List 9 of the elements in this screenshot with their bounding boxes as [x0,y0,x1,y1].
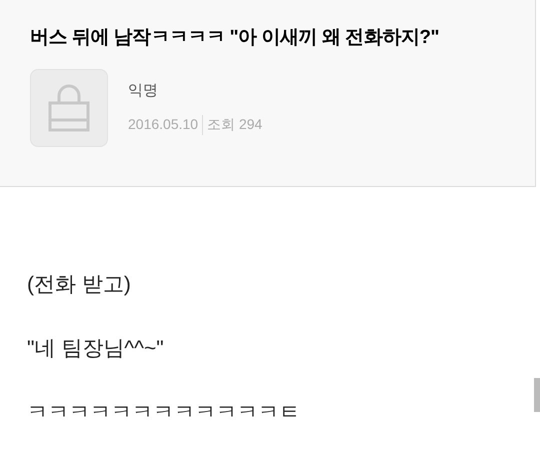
body-text: ㅋㅋㅋㅋㅋㅋㅋㅋㅋㅋㅋㅋㅌ [27,401,301,425]
body-text: (전화 받고) [27,273,132,297]
body-text: "네 팀장님^^~" [27,337,165,361]
author-name: 익명 [128,80,159,101]
scrollbar-thumb[interactable] [534,378,540,412]
post-title: 버스 뒤에 남작ㅋㅋㅋㅋ "아 이새끼 왜 전화하지?" [30,26,440,50]
view-count: 조회 294 [207,115,262,134]
lock-avatar-icon [30,68,108,146]
post-date: 2016.05.10 [128,115,198,134]
